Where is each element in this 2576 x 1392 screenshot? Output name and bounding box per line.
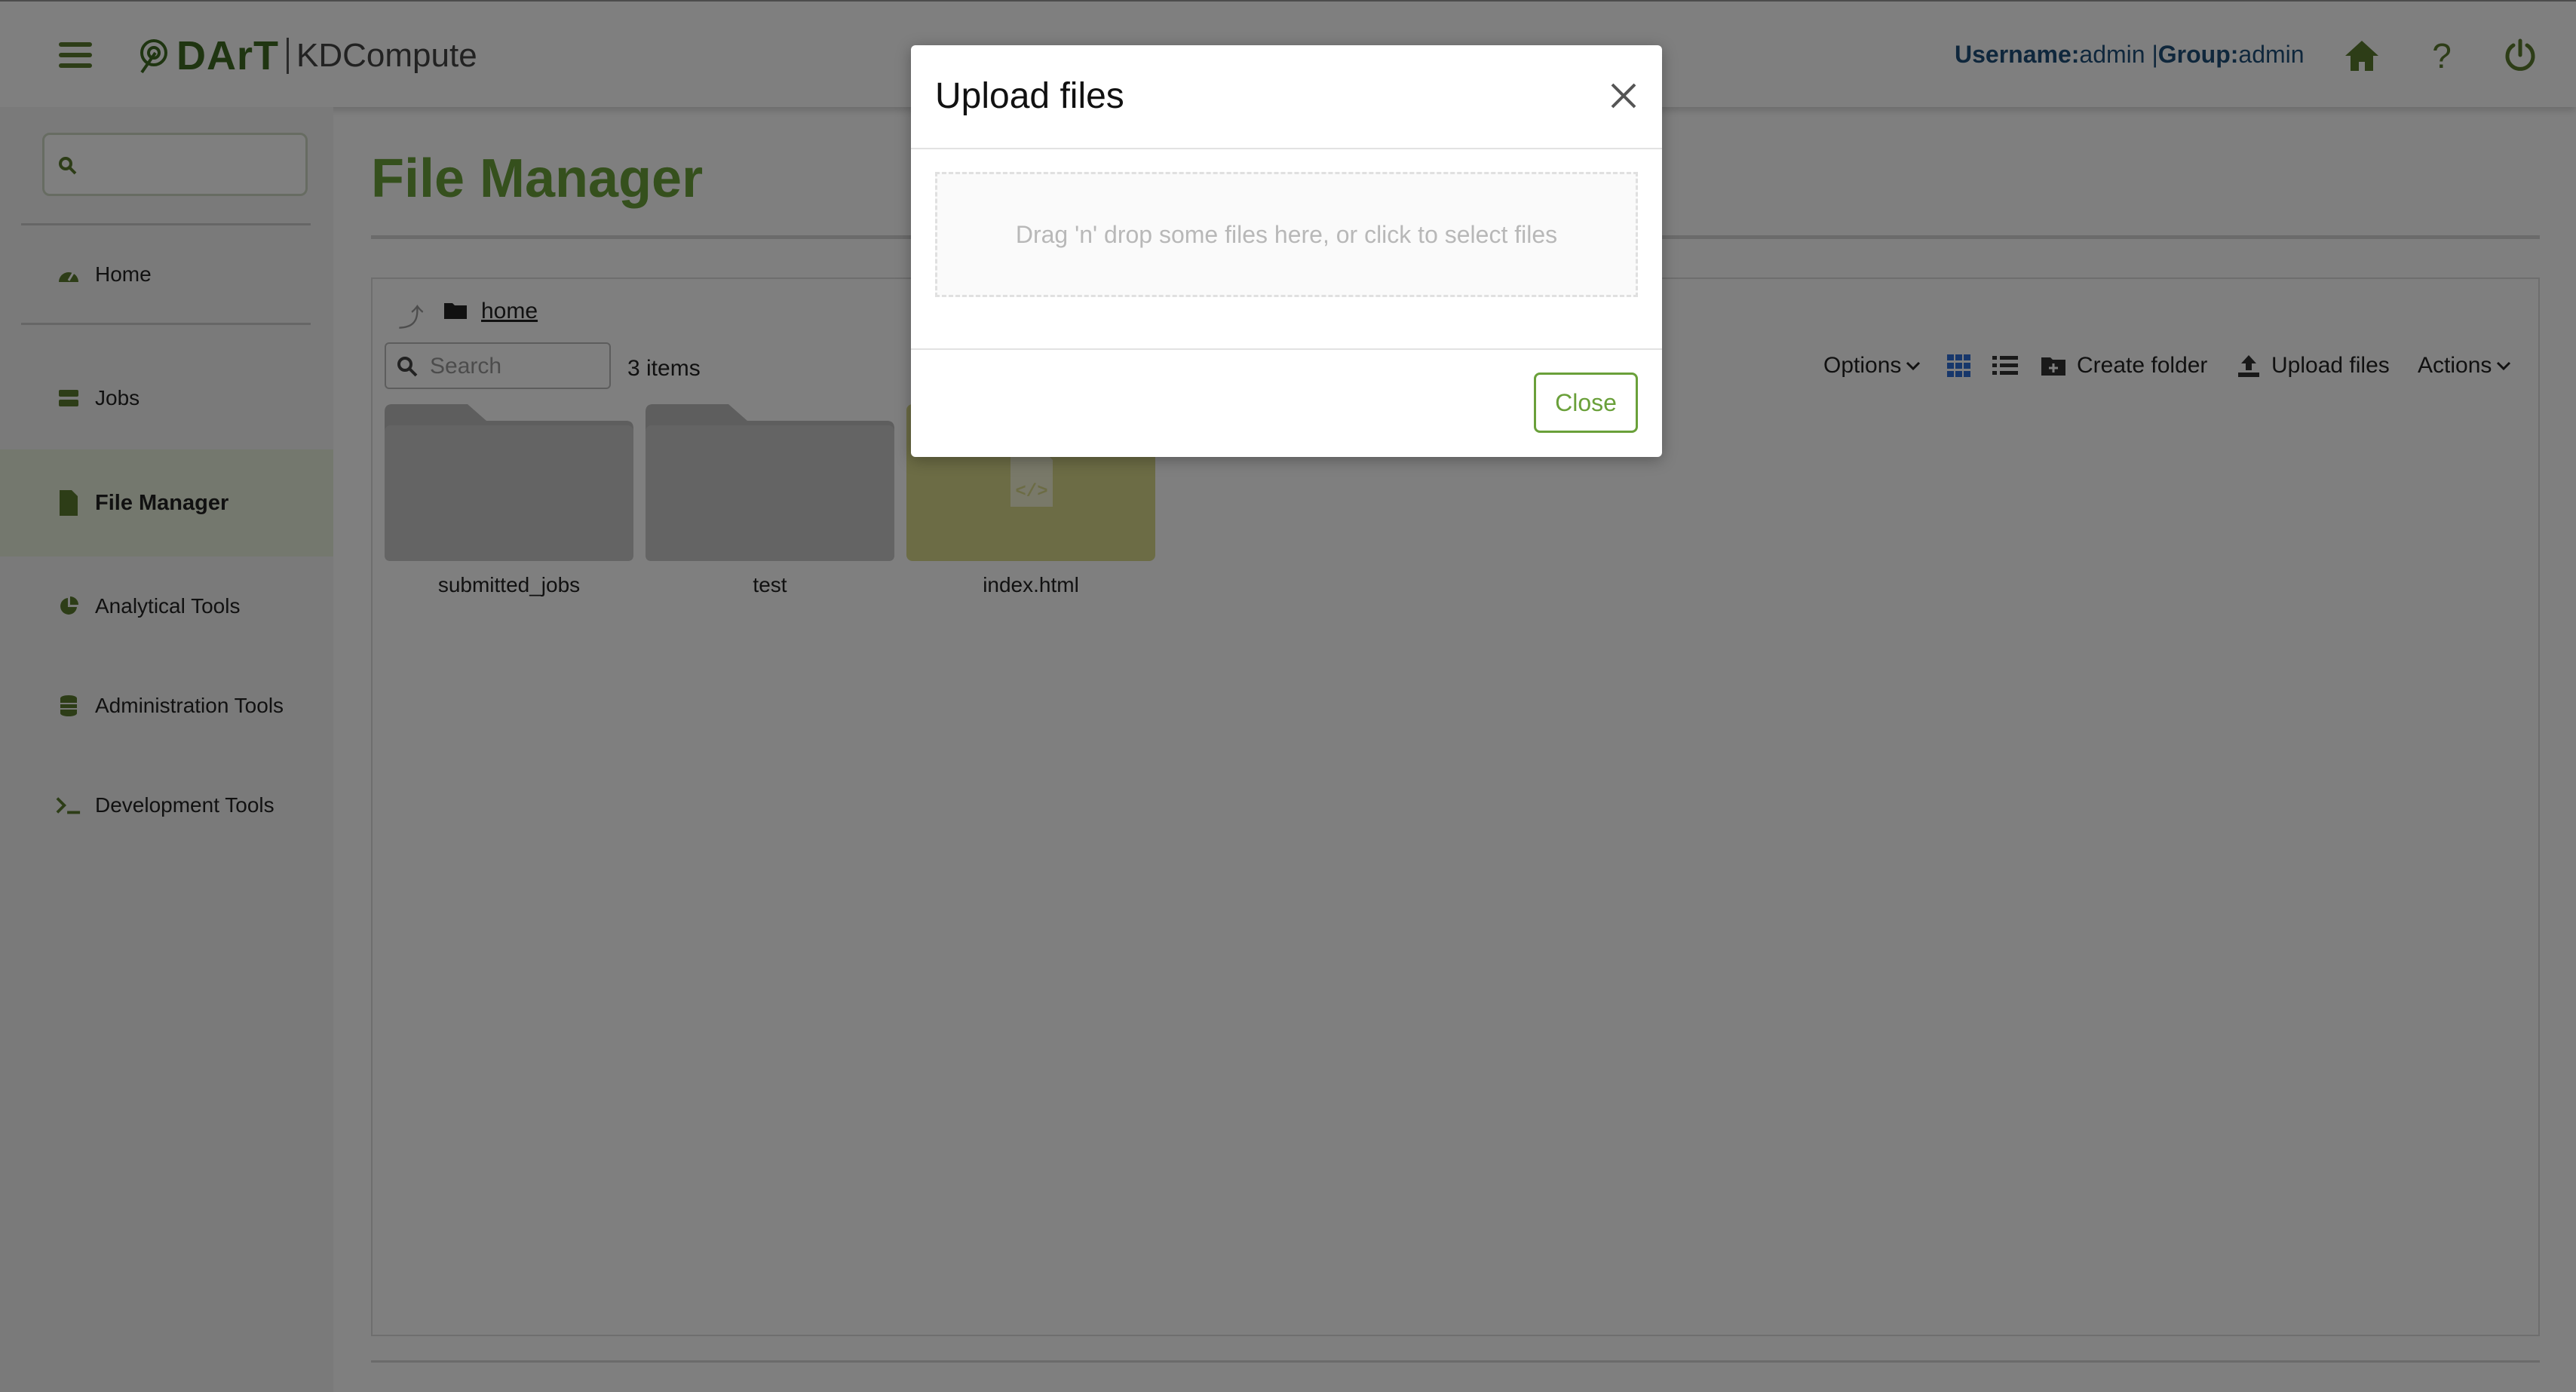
- dropzone-text: Drag 'n' drop some files here, or click …: [1015, 220, 1558, 248]
- close-button[interactable]: Close: [1534, 373, 1638, 433]
- dialog-footer-divider: [911, 348, 1662, 350]
- dialog-header-divider: [911, 148, 1662, 149]
- close-icon[interactable]: [1606, 78, 1641, 113]
- upload-files-dialog: Upload files Drag 'n' drop some files he…: [911, 45, 1662, 457]
- file-dropzone[interactable]: Drag 'n' drop some files here, or click …: [935, 172, 1638, 297]
- dialog-title: Upload files: [935, 76, 1124, 116]
